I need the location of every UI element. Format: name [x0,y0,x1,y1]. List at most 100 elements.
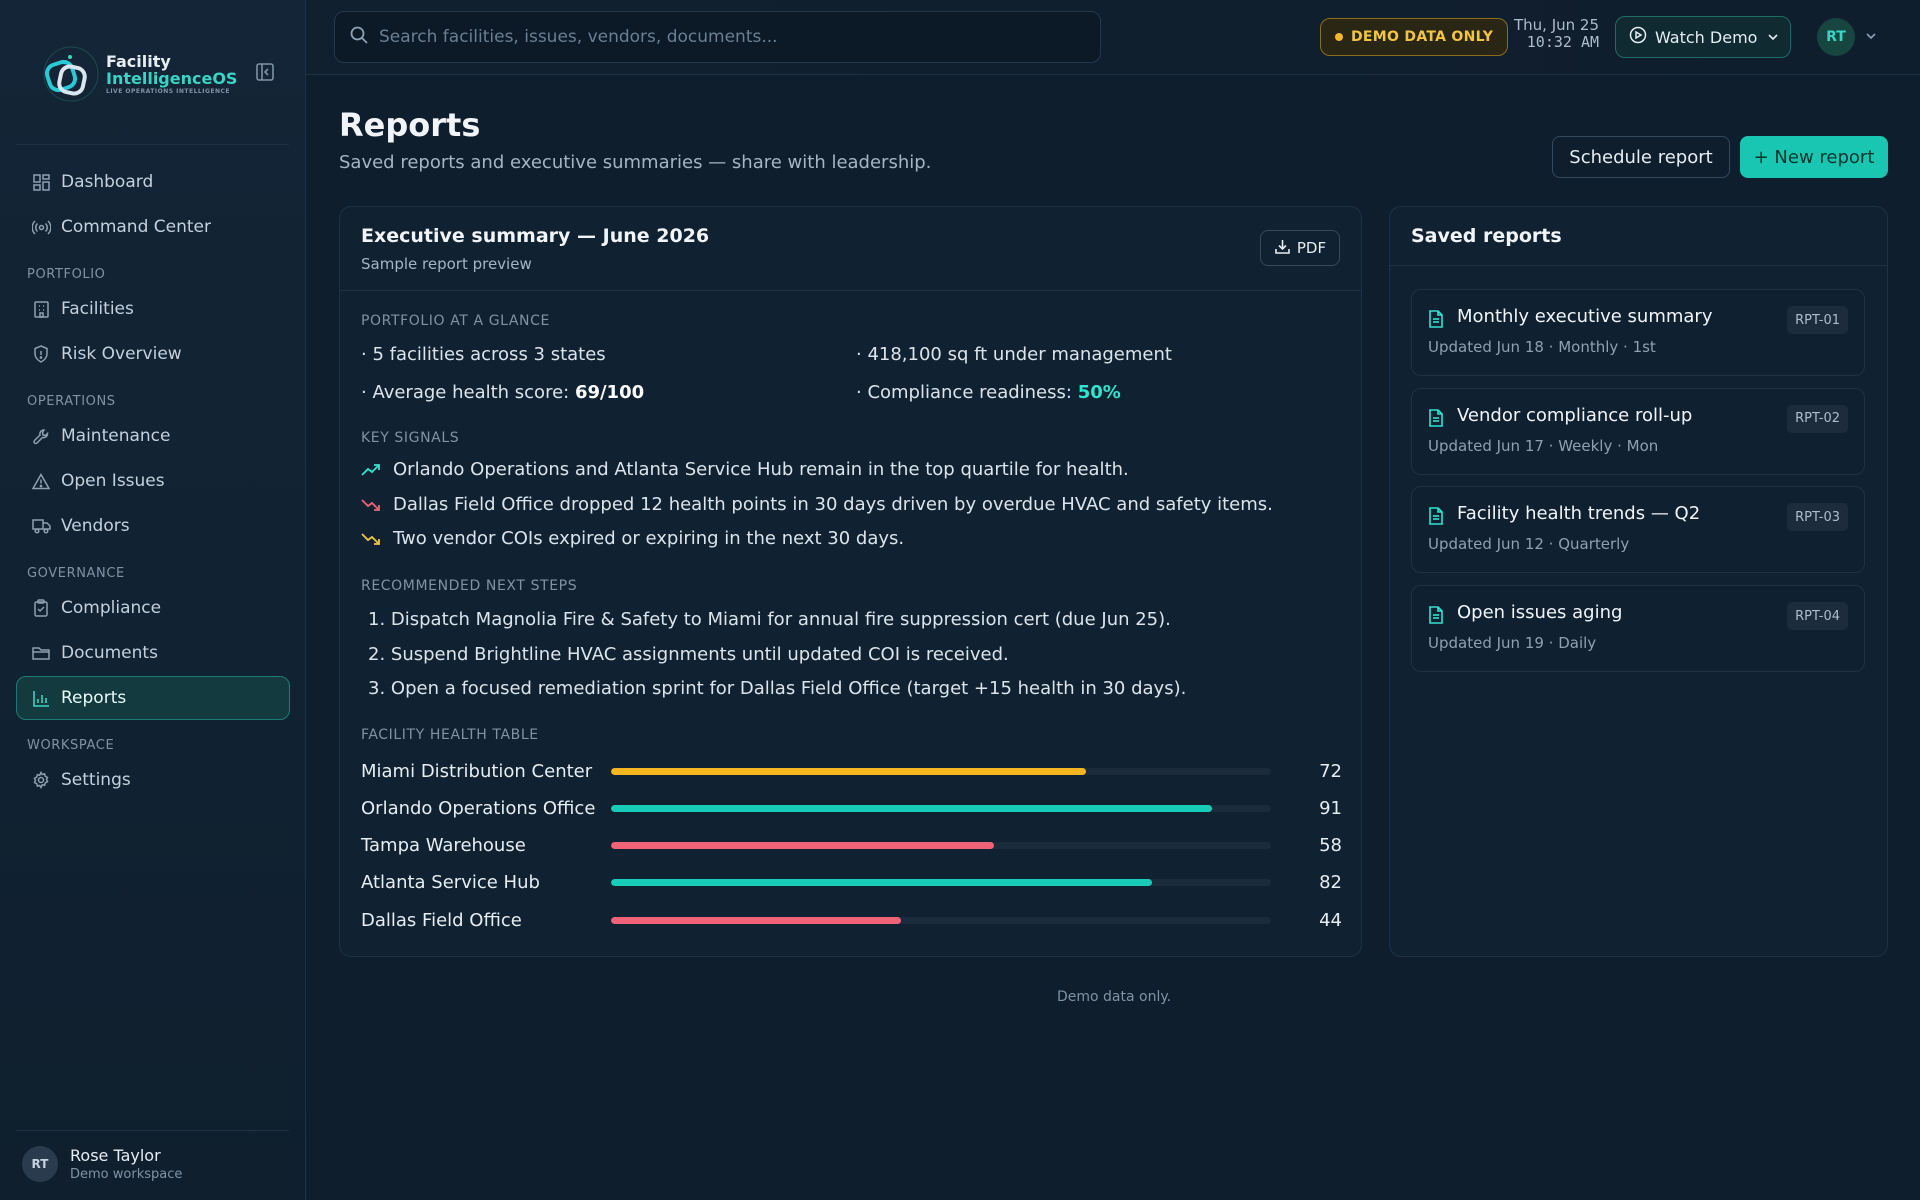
sidebar-item-label: Open Issues [61,471,165,491]
avatar: RT [22,1146,58,1182]
search-bar[interactable] [334,11,1101,63]
divider [16,1130,289,1131]
sidebar-item-command-center[interactable]: Command Center [16,205,290,249]
facility-name: Atlanta Service Hub [361,872,540,894]
sidebar: Facility IntelligenceOS LIVE OPERATIONS … [0,0,306,1200]
facility-name: Miami Distribution Center [361,760,593,782]
health-bar-fill [611,842,994,850]
nav-section-workspace: WORKSPACE [27,738,115,753]
table-row: Orlando Operations Office 91 [361,794,1342,822]
download-pdf-button[interactable]: PDF [1260,230,1340,266]
nav-section-portfolio: PORTFOLIO [27,267,106,282]
sidebar-item-settings[interactable]: Settings [16,758,290,802]
health-score: 58 [1319,835,1342,857]
nav-section-governance: GOVERNANCE [27,566,125,581]
sidebar-item-dashboard[interactable]: Dashboard [16,160,290,204]
compliance-value: 50% [1077,382,1121,403]
brand-tagline: LIVE OPERATIONS INTELLIGENCE [106,88,231,96]
new-report-button[interactable]: + New report [1740,136,1888,178]
health-score: 82 [1319,872,1342,894]
saved-reports-title: Saved reports [1411,225,1562,247]
trend-down-icon [361,530,383,548]
sidebar-item-label: Risk Overview [61,344,182,364]
shield-icon [31,344,51,364]
glance-facilities: · 5 facilities across 3 states [361,344,606,365]
search-input[interactable] [379,27,1079,47]
pdf-label: PDF [1296,239,1327,257]
collapse-sidebar-icon[interactable] [254,61,276,83]
search-icon [349,25,369,49]
gear-icon [31,770,51,790]
saved-report-meta: Updated Jun 12 · Quarterly [1428,535,1630,554]
section-label: RECOMMENDED NEXT STEPS [361,578,578,594]
status-dot-icon [1335,33,1343,41]
chevron-down-icon[interactable] [1864,28,1878,47]
facility-name: Dallas Field Office [361,909,522,931]
watch-demo-button[interactable]: Watch Demo [1615,16,1791,58]
sidebar-item-label: Vendors [61,516,130,536]
page-title: Reports [339,106,481,144]
schedule-report-button[interactable]: Schedule report [1552,136,1730,178]
report-subtitle: Sample report preview [361,255,532,273]
health-bar-fill [611,879,1153,887]
footer-note: Demo data only. [1057,989,1172,1005]
brand-logo[interactable]: Facility IntelligenceOS LIVE OPERATIONS … [40,26,280,122]
sidebar-item-compliance[interactable]: Compliance [16,586,290,630]
saved-report-item[interactable]: Facility health trends — Q2 Updated Jun 1… [1411,486,1865,574]
health-bar-track [611,916,1271,924]
demo-badge-label: DEMO DATA ONLY [1351,29,1494,45]
saved-report-item[interactable]: Vendor compliance roll-up Updated Jun 17 … [1411,387,1865,475]
table-row: Atlanta Service Hub 82 [361,869,1342,897]
brand-name-line2: IntelligenceOS [106,68,238,88]
nav-section-operations: OPERATIONS [27,394,116,409]
sidebar-item-label: Settings [61,770,131,790]
sidebar-item-maintenance[interactable]: Maintenance [16,414,290,458]
saved-report-item[interactable]: Monthly executive summary Updated Jun 18 … [1411,289,1865,376]
document-icon [1428,606,1444,628]
demo-data-badge: DEMO DATA ONLY [1320,18,1509,56]
document-icon [1428,507,1444,529]
logo-icon [40,43,102,105]
table-row: Dallas Field Office 44 [361,906,1342,934]
current-date: Thu, Jun 25 [1514,16,1600,34]
sidebar-item-vendors[interactable]: Vendors [16,504,290,548]
user-workspace: Demo workspace [70,1167,183,1182]
next-step-item: 3. Open a focused remediation sprint for… [368,678,1187,699]
broadcast-icon [31,217,51,237]
user-name: Rose Taylor [70,1146,161,1165]
user-card[interactable]: RT Rose Taylor Demo workspace [22,1146,182,1182]
watch-demo-label: Watch Demo [1655,27,1758,47]
sidebar-item-label: Facilities [61,299,134,319]
health-score: 44 [1319,909,1342,931]
report-id-badge: RPT-03 [1787,503,1848,532]
glance-health-label: · Average health score: [361,382,575,403]
brand-name-line1: Facility [106,51,171,71]
signal-item: Two vendor COIs expired or expiring in t… [361,528,904,549]
sidebar-item-facilities[interactable]: Facilities [16,287,290,331]
health-bar-fill [611,804,1212,812]
folder-icon [31,643,51,663]
sidebar-item-risk-overview[interactable]: Risk Overview [16,332,290,376]
saved-report-meta: Updated Jun 19 · Daily [1428,634,1597,653]
sidebar-item-open-issues[interactable]: Open Issues [16,459,290,503]
section-label: PORTFOLIO AT A GLANCE [361,313,550,329]
report-preview-card: Executive summary — June 2026 Sample rep… [339,206,1362,957]
saved-report-title: Open issues aging [1457,602,1623,624]
divider [16,144,289,145]
document-icon [1428,408,1444,431]
building-icon [31,299,51,319]
section-label: KEY SIGNALS [361,430,460,446]
play-circle-icon [1629,26,1647,48]
avatar[interactable]: RT [1817,18,1855,56]
signal-text: Orlando Operations and Atlanta Service H… [393,459,1129,480]
saved-report-title: Facility health trends — Q2 [1457,503,1701,525]
next-step-item: 1. Dispatch Magnolia Fire & Safety to Mi… [368,609,1171,630]
saved-report-title: Vendor compliance roll-up [1457,404,1693,426]
health-bar-track [611,842,1271,850]
current-time: 10:32 AM [1526,33,1600,52]
sidebar-item-documents[interactable]: Documents [16,631,290,675]
saved-report-item[interactable]: Open issues aging Updated Jun 19 · Daily R… [1411,585,1865,673]
saved-report-title: Monthly executive summary [1457,306,1713,327]
sidebar-item-reports[interactable]: Reports [16,676,290,720]
sidebar-item-label: Command Center [61,217,211,237]
